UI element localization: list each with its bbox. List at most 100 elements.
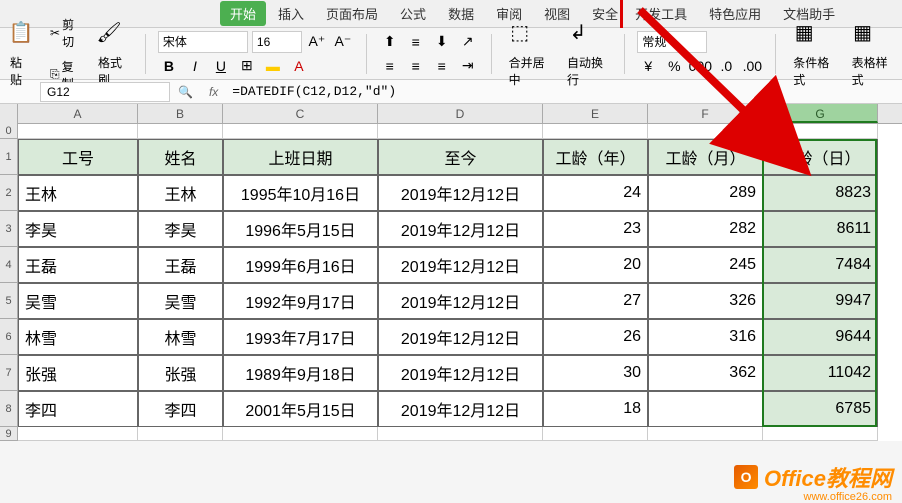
italic-button[interactable]: I — [184, 55, 206, 77]
cell-name[interactable]: 林雪 — [138, 319, 223, 355]
paste-button[interactable]: 粘贴 — [5, 51, 37, 91]
tab-data[interactable]: 数据 — [438, 0, 484, 28]
row-header-8[interactable]: 8 — [0, 391, 18, 427]
row-header-2[interactable]: 2 — [0, 175, 18, 211]
decrease-font-button[interactable]: A⁻ — [332, 31, 354, 53]
cell-years[interactable]: 30 — [543, 355, 648, 391]
cell-start[interactable]: 1993年7月17日 — [223, 319, 378, 355]
align-middle-button[interactable]: ≡ — [405, 31, 427, 53]
merge-icon[interactable]: ⬚ — [504, 17, 536, 49]
paste-icon[interactable]: 📋 — [5, 17, 37, 49]
cell-id[interactable]: 张强 — [18, 355, 138, 391]
tab-layout[interactable]: 页面布局 — [316, 0, 388, 28]
cell-id[interactable]: 李四 — [18, 391, 138, 427]
cell-name[interactable]: 王磊 — [138, 247, 223, 283]
cell-months[interactable] — [648, 391, 763, 427]
cell-end[interactable]: 2019年12月12日 — [378, 355, 543, 391]
tab-devtools[interactable]: 开发工具 — [625, 0, 697, 28]
cell-years[interactable]: 24 — [543, 175, 648, 211]
border-button[interactable]: ⊞ — [236, 55, 258, 77]
row-header-7[interactable]: 7 — [0, 355, 18, 391]
cell-id[interactable]: 吴雪 — [18, 283, 138, 319]
row-header-6[interactable]: 6 — [0, 319, 18, 355]
align-left-button[interactable]: ≡ — [379, 55, 401, 77]
col-header-G[interactable]: G — [763, 104, 878, 123]
header-months[interactable]: 工龄（月） — [648, 139, 763, 175]
align-bottom-button[interactable]: ⬇ — [431, 31, 453, 53]
row-header-5[interactable]: 5 — [0, 283, 18, 319]
cell-start[interactable]: 1992年9月17日 — [223, 283, 378, 319]
row-header-9[interactable]: 9 — [0, 427, 18, 441]
cell-name[interactable]: 王林 — [138, 175, 223, 211]
cell-id[interactable]: 李昊 — [18, 211, 138, 247]
cell-end[interactable]: 2019年12月12日 — [378, 283, 543, 319]
align-right-button[interactable]: ≡ — [431, 55, 453, 77]
cut-button[interactable]: ✂剪切 — [45, 13, 85, 53]
cell-end[interactable]: 2019年12月12日 — [378, 391, 543, 427]
cell-days[interactable]: 8611 — [763, 211, 878, 247]
col-header-E[interactable]: E — [543, 104, 648, 123]
number-format-select[interactable] — [637, 31, 707, 53]
row-header-4[interactable]: 4 — [0, 247, 18, 283]
cell-years[interactable]: 18 — [543, 391, 648, 427]
cell-F0[interactable] — [648, 124, 763, 139]
cell-months[interactable]: 326 — [648, 283, 763, 319]
formula-input[interactable] — [226, 82, 902, 102]
cell-start[interactable]: 1996年5月15日 — [223, 211, 378, 247]
cell-years[interactable]: 23 — [543, 211, 648, 247]
header-days[interactable]: 工龄（日） — [763, 139, 878, 175]
cell-end[interactable]: 2019年12月12日 — [378, 175, 543, 211]
cell-id[interactable]: 王林 — [18, 175, 138, 211]
align-center-button[interactable]: ≡ — [405, 55, 427, 77]
table-style-icon[interactable]: ▦ — [847, 17, 879, 49]
indent-button[interactable]: ⇥ — [457, 55, 479, 77]
cell-months[interactable]: 245 — [648, 247, 763, 283]
percent-button[interactable]: % — [663, 55, 685, 77]
cell-months[interactable]: 362 — [648, 355, 763, 391]
cell-F9[interactable] — [648, 427, 763, 441]
wrap-icon[interactable]: ↲ — [562, 17, 594, 49]
align-top-button[interactable]: ⬆ — [379, 31, 401, 53]
row-header-3[interactable]: 3 — [0, 211, 18, 247]
cell-E0[interactable] — [543, 124, 648, 139]
cell-days[interactable]: 9644 — [763, 319, 878, 355]
cell-days[interactable]: 11042 — [763, 355, 878, 391]
cell-end[interactable]: 2019年12月12日 — [378, 247, 543, 283]
cell-days[interactable]: 6785 — [763, 391, 878, 427]
decrease-decimal-button[interactable]: .0 — [715, 55, 737, 77]
cell-end[interactable]: 2019年12月12日 — [378, 211, 543, 247]
cell-E9[interactable] — [543, 427, 648, 441]
cell-name[interactable]: 吴雪 — [138, 283, 223, 319]
currency-button[interactable]: ¥ — [637, 55, 659, 77]
header-start[interactable]: 上班日期 — [223, 139, 378, 175]
cell-D9[interactable] — [378, 427, 543, 441]
font-size-select[interactable] — [252, 31, 302, 53]
cell-months[interactable]: 282 — [648, 211, 763, 247]
fx-label[interactable]: fx — [201, 85, 226, 99]
cell-years[interactable]: 26 — [543, 319, 648, 355]
tab-special[interactable]: 特色应用 — [699, 0, 771, 28]
cell-C0[interactable] — [223, 124, 378, 139]
row-header-0[interactable]: 0 — [0, 124, 18, 139]
col-header-D[interactable]: D — [378, 104, 543, 123]
font-color-button[interactable]: A — [288, 55, 310, 77]
select-all-corner[interactable] — [0, 104, 18, 124]
cond-format-icon[interactable]: ▦ — [788, 17, 820, 49]
zoom-icon[interactable]: 🔍 — [170, 85, 201, 99]
col-header-C[interactable]: C — [223, 104, 378, 123]
cell-A0[interactable] — [18, 124, 138, 139]
format-painter-icon[interactable]: 🖌 — [93, 17, 125, 49]
bold-button[interactable]: B — [158, 55, 180, 77]
col-header-A[interactable]: A — [18, 104, 138, 123]
increase-decimal-button[interactable]: .00 — [741, 55, 763, 77]
cell-years[interactable]: 27 — [543, 283, 648, 319]
header-name[interactable]: 姓名 — [138, 139, 223, 175]
cell-name[interactable]: 张强 — [138, 355, 223, 391]
header-years[interactable]: 工龄（年） — [543, 139, 648, 175]
cell-D0[interactable] — [378, 124, 543, 139]
cell-name[interactable]: 李四 — [138, 391, 223, 427]
cell-B9[interactable] — [138, 427, 223, 441]
orientation-button[interactable]: ↗ — [457, 31, 479, 53]
comma-button[interactable]: 000 — [689, 55, 711, 77]
col-header-F[interactable]: F — [648, 104, 763, 123]
